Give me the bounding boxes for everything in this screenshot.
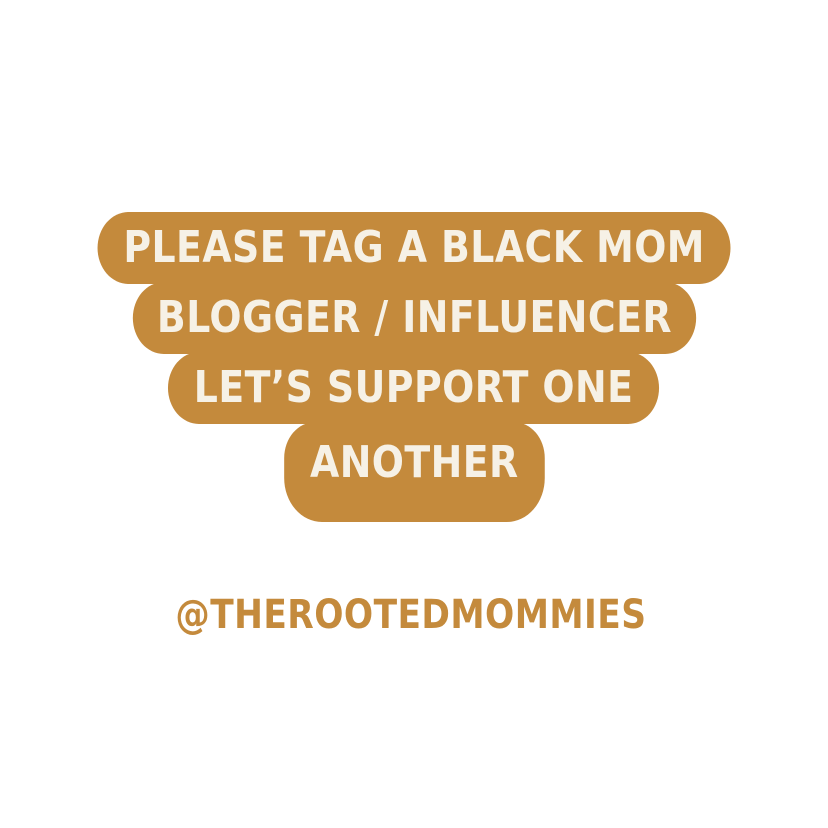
post-canvas: ANOTHER LET’S SUPPORT ONE BLOGGER / INFL…	[0, 0, 828, 828]
message-line-1: PLEASE TAG A BLACK MOM	[97, 212, 731, 284]
message-line-3: LET’S SUPPORT ONE	[168, 352, 660, 424]
message-line-4: ANOTHER	[283, 422, 545, 522]
message-line-4-row: ANOTHER	[0, 422, 828, 522]
account-handle: @THEROOTEDMOMMIES	[175, 592, 647, 638]
message-line-1-row: PLEASE TAG A BLACK MOM	[0, 212, 828, 284]
message-line-2-row: BLOGGER / INFLUENCER	[0, 282, 828, 354]
message-line-2: BLOGGER / INFLUENCER	[132, 282, 696, 354]
message-line-3-row: LET’S SUPPORT ONE	[0, 352, 828, 424]
